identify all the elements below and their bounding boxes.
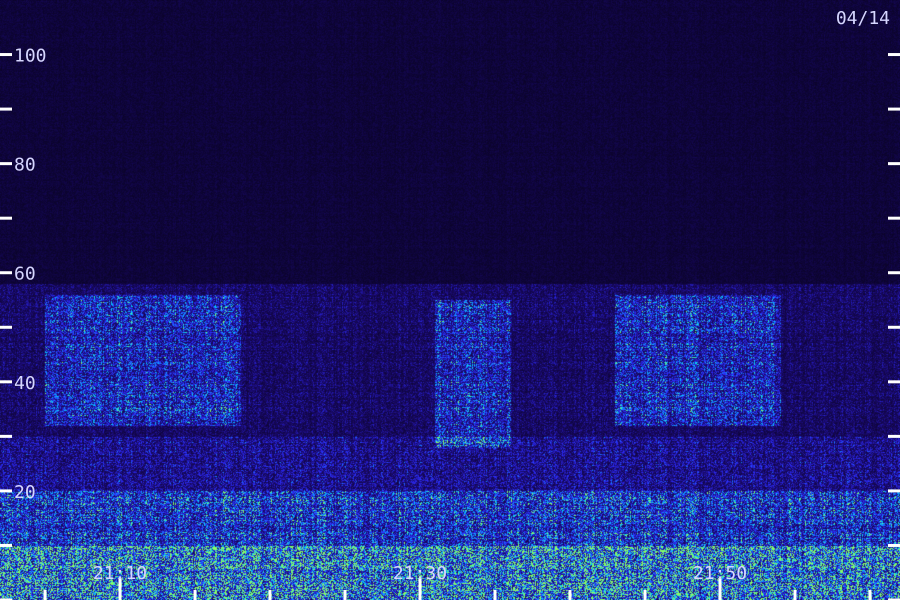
x-tick-label: 21:10	[93, 563, 147, 584]
y-tick-label: 60	[14, 264, 36, 285]
spectrogram-plot: 20 40 60 80 100 21:10 21:30 21:50 04/14	[0, 0, 900, 600]
y-tick-label: 40	[14, 373, 36, 394]
y-tick-label: 100	[14, 46, 47, 67]
y-tick-labels: 20 40 60 80 100	[14, 46, 47, 503]
y-tick-label: 80	[14, 155, 36, 176]
y-ticks-right	[888, 53, 900, 600]
axes-overlay: 20 40 60 80 100 21:10 21:30 21:50 04/14	[0, 8, 900, 600]
x-tick-labels: 21:10 21:30 21:50	[93, 563, 747, 584]
y-tick-label: 20	[14, 482, 36, 503]
y-ticks-left	[0, 53, 12, 600]
x-tick-label: 21:30	[393, 563, 447, 584]
date-label: 04/14	[836, 8, 890, 29]
x-tick-label: 21:50	[693, 563, 747, 584]
